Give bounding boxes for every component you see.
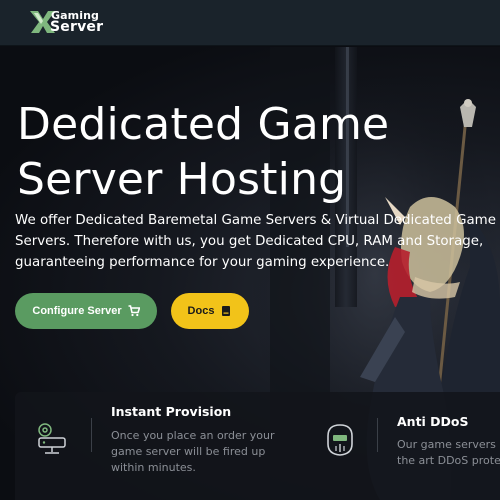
- docs-button[interactable]: Docs: [171, 293, 249, 329]
- hero-description: We offer Dedicated Baremetal Game Server…: [15, 210, 500, 273]
- shield-helmet-icon: [327, 424, 353, 456]
- feature-divider: [91, 418, 92, 452]
- book-icon: [222, 306, 231, 316]
- feature-title-instant-provision: Instant Provision: [111, 404, 232, 419]
- hero-desc-line-3: guaranteeing performance for your gaming…: [15, 255, 390, 270]
- docs-label: Docs: [187, 305, 215, 317]
- hero-title-line-1: Dedicated Game: [17, 99, 390, 150]
- configure-server-button[interactable]: Configure Server: [15, 293, 157, 329]
- feature-text-line: Once you place an order your: [111, 429, 275, 442]
- hero-desc-line-1: We offer Dedicated Baremetal Game Server…: [15, 213, 496, 228]
- brand-logo[interactable]: Gaming Server: [28, 8, 108, 36]
- hero-desc-line-2: Servers. Therefore with us, you get Dedi…: [15, 234, 484, 249]
- server-provision-icon: [38, 423, 66, 454]
- shopping-cart-icon: [128, 305, 140, 317]
- hero-title-line-2: Server Hosting: [17, 154, 347, 205]
- feature-divider: [377, 418, 378, 452]
- feature-text-line: within minutes.: [111, 461, 196, 474]
- feature-text-line: the art DDoS protectio: [397, 454, 500, 467]
- navbar: Gaming Server: [0, 0, 500, 46]
- feature-text-anti-ddos: Our game servers hav the art DDoS protec…: [397, 437, 500, 469]
- hero-section: Dedicated Game Server Hosting We offer D…: [0, 47, 500, 500]
- configure-server-label: Configure Server: [32, 305, 122, 317]
- feature-text-line: game server will be fired up: [111, 445, 266, 458]
- hero-title: Dedicated Game Server Hosting: [17, 97, 417, 207]
- feature-title-anti-ddos: Anti DDoS: [397, 414, 469, 429]
- feature-text-instant-provision: Once you place an order your game server…: [111, 428, 275, 476]
- logo-text-server: Server: [50, 19, 104, 35]
- features-panel: Instant Provision Once you place an orde…: [15, 392, 500, 500]
- feature-text-line: Our game servers hav: [397, 438, 500, 451]
